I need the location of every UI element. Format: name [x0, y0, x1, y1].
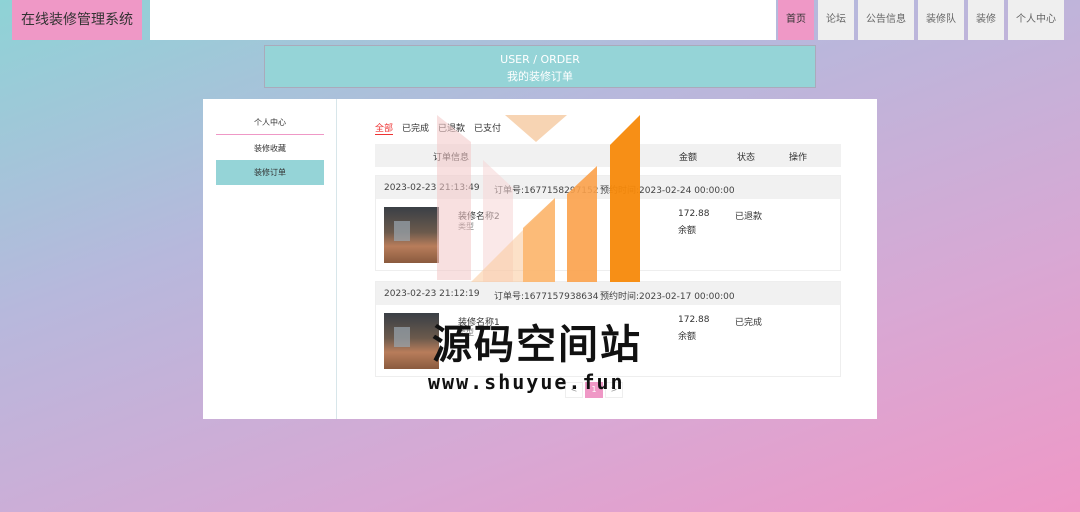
th-item: 订单信息 — [433, 153, 470, 163]
nav-notice[interactable]: 公告信息 — [858, 0, 914, 40]
watermark-text: 源码空间站 — [432, 322, 642, 368]
sidebar-item-orders[interactable]: 装修订单 — [216, 160, 324, 185]
order-amount: 172.88 — [678, 315, 710, 325]
tab-completed[interactable]: 已完成 — [402, 121, 429, 135]
order-amount: 172.88 — [678, 209, 710, 219]
tab-refunded[interactable]: 已退款 — [438, 121, 465, 135]
order-head: 2023-02-23 21:12:19 订单号:1677157938634 预约… — [376, 282, 840, 305]
th-status: 状态 — [737, 153, 756, 163]
th-action: 操作 — [789, 153, 808, 163]
nav-team[interactable]: 装修队 — [918, 0, 964, 40]
order-date: 2023-02-23 21:12:19 — [384, 289, 480, 299]
order-status: 已完成 — [735, 318, 763, 328]
site-logo[interactable]: 在线装修管理系统 — [12, 0, 142, 40]
page-title-bar: USER / ORDER 我的装修订单 — [264, 45, 816, 88]
order-tabs: 全部 已完成 已退款 已支付 — [375, 121, 510, 135]
nav-forum[interactable]: 论坛 — [818, 0, 854, 40]
table-row: 2023-02-23 21:13:49 订单号:1677158297152 预约… — [375, 175, 841, 271]
order-thumbnail[interactable] — [384, 313, 439, 369]
nav-decoration[interactable]: 装修 — [968, 0, 1004, 40]
order-booking: 预约时间:2023-02-17 00:00:00 — [600, 292, 735, 302]
nav-user-center[interactable]: 个人中心 — [1008, 0, 1064, 40]
header: 在线装修管理系统 首页 论坛 公告信息 装修队 装修 个人中心 — [0, 0, 1080, 40]
top-nav: 首页 论坛 公告信息 装修队 装修 个人中心 — [778, 0, 1068, 40]
sidebar-item-favorites[interactable]: 装修收藏 — [216, 136, 324, 161]
tab-paid[interactable]: 已支付 — [474, 121, 501, 135]
tab-all[interactable]: 全部 — [375, 121, 394, 135]
sidebar-item-user-center[interactable]: 个人中心 — [216, 110, 324, 135]
watermark-url: www.shuyue.fun — [428, 370, 625, 394]
order-number: 订单号:1677158297152 — [494, 186, 599, 196]
order-thumbnail[interactable] — [384, 207, 439, 263]
order-booking: 预约时间:2023-02-24 00:00:00 — [600, 186, 735, 196]
order-number: 订单号:1677157938634 — [494, 292, 599, 302]
table-header: 订单信息 金额 状态 操作 — [375, 144, 841, 167]
order-status: 已退款 — [735, 212, 763, 222]
order-head: 2023-02-23 21:13:49 订单号:1677158297152 预约… — [376, 176, 840, 199]
order-pay-method: 余额 — [678, 226, 697, 236]
page-title-en: USER / ORDER — [500, 53, 580, 66]
order-item-type: 类型 — [458, 222, 474, 231]
nav-home[interactable]: 首页 — [778, 0, 814, 40]
sidebar: 个人中心 装修收藏 装修订单 — [203, 99, 337, 419]
header-blank — [150, 0, 776, 40]
th-amount: 金额 — [679, 153, 698, 163]
page-title: 我的装修订单 — [507, 70, 573, 83]
order-date: 2023-02-23 21:13:49 — [384, 183, 480, 193]
order-pay-method: 余额 — [678, 332, 697, 342]
